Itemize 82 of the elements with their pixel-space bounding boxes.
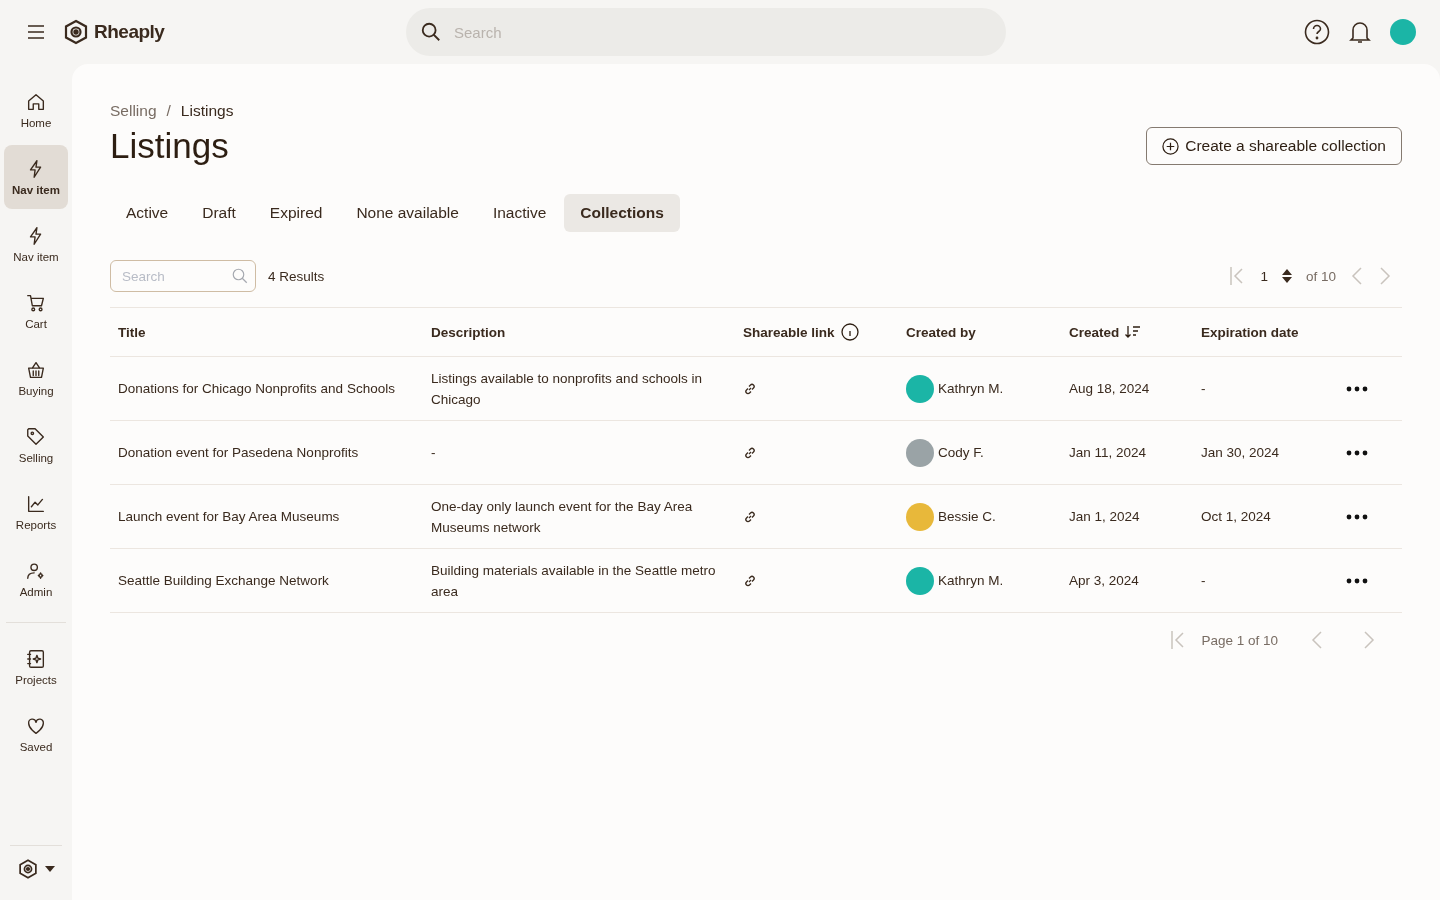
creator-name: Bessie C. xyxy=(938,508,996,526)
nav-item[interactable]: Nav item xyxy=(4,145,68,209)
tab[interactable]: Draft xyxy=(186,194,252,232)
notification-bell-icon[interactable] xyxy=(1348,19,1372,45)
create-collection-button[interactable]: Create a shareable collection xyxy=(1146,127,1402,165)
column-header: Description xyxy=(423,308,735,357)
more-options-icon[interactable] xyxy=(1346,513,1368,520)
table-cell: - xyxy=(1193,548,1326,613)
more-options-icon[interactable] xyxy=(1346,385,1368,392)
search-icon xyxy=(231,267,249,285)
logo-text: Rheaply xyxy=(94,21,165,43)
table-cell: - xyxy=(423,420,735,485)
column-header: Title xyxy=(110,308,423,357)
table-cell: Jan 30, 2024 xyxy=(1193,420,1326,485)
caret-icon[interactable] xyxy=(45,866,55,872)
nav-item[interactable]: Reports xyxy=(4,480,68,544)
page-total: of 10 xyxy=(1305,268,1336,284)
nav-item[interactable]: Cart xyxy=(4,279,68,343)
link-icon[interactable] xyxy=(743,573,757,588)
search-field[interactable]: Search xyxy=(406,8,1006,56)
breadcrumb-link[interactable]: Selling xyxy=(110,102,157,120)
page-indicator: Page 1 of 10 xyxy=(1201,632,1278,648)
creator-name: Kathryn M. xyxy=(938,572,1004,590)
home-icon xyxy=(25,91,47,113)
nav-item[interactable]: Buying xyxy=(4,346,68,410)
table-cell: Aug 18, 2024 xyxy=(1061,356,1193,421)
link-icon[interactable] xyxy=(743,445,757,460)
admin-icon xyxy=(25,560,47,582)
column-header: Expiration date xyxy=(1193,308,1326,357)
table-cell: One-day only launch event for the Bay Area Museums network xyxy=(423,484,735,549)
tab[interactable]: Collections xyxy=(564,194,680,232)
creator-name: Cody F. xyxy=(938,444,984,462)
link-icon[interactable] xyxy=(743,509,757,524)
table-cell: - xyxy=(1193,356,1326,421)
more-options-icon[interactable] xyxy=(1346,449,1368,456)
column-header: Shareable link xyxy=(735,308,898,357)
table-cell: Oct 1, 2024 xyxy=(1193,484,1326,549)
projects-icon xyxy=(25,648,47,670)
basket-icon xyxy=(25,359,47,381)
column-header[interactable]: Created xyxy=(1061,308,1193,357)
nav-item[interactable]: Saved xyxy=(4,702,68,766)
nav-item[interactable]: Home xyxy=(4,78,68,142)
table-cell: Donation event for Pasedena Nonprofits xyxy=(110,420,423,485)
sort-icon[interactable] xyxy=(1125,325,1142,339)
chart-icon xyxy=(25,493,47,515)
info-icon[interactable] xyxy=(840,323,859,341)
stepper-icon[interactable] xyxy=(1281,269,1292,283)
link-icon[interactable] xyxy=(743,381,757,396)
more-options-icon[interactable] xyxy=(1346,577,1368,584)
table-cell: Jan 11, 2024 xyxy=(1061,420,1193,485)
tag-icon xyxy=(25,426,47,448)
page-title: Listings xyxy=(110,126,229,166)
table-cell: Launch event for Bay Area Museums xyxy=(110,484,423,549)
search-field[interactable]: Search xyxy=(110,260,256,292)
help-icon[interactable] xyxy=(1304,19,1330,45)
tab[interactable]: Inactive xyxy=(476,194,563,232)
table-cell: Building materials available in the Seattle metro area xyxy=(423,548,735,613)
heart-icon xyxy=(25,715,47,737)
breadcrumb-current: Listings xyxy=(180,102,234,120)
tab[interactable]: None available xyxy=(340,194,475,232)
page-number[interactable]: 1 xyxy=(1260,268,1268,284)
table-cell: Apr 3, 2024 xyxy=(1061,548,1193,613)
hexagon-logo-icon xyxy=(62,19,90,45)
tab[interactable]: Active xyxy=(110,194,185,232)
table-cell: Seattle Building Exchange Network xyxy=(110,548,423,613)
cart-icon xyxy=(25,292,47,314)
breadcrumb-separator: / xyxy=(166,102,171,120)
plus-circle-icon xyxy=(1162,137,1180,155)
table-cell: Jan 1, 2024 xyxy=(1061,484,1193,549)
nav-item[interactable]: Admin xyxy=(4,547,68,611)
creator-name: Kathryn M. xyxy=(938,380,1004,398)
search-icon xyxy=(420,21,442,43)
table-cell: Listings available to nonprofits and schools in Chicago xyxy=(423,356,735,421)
results-count: 4 Results xyxy=(268,268,325,284)
column-header: Created by xyxy=(898,308,1061,357)
nav-item[interactable]: Selling xyxy=(4,413,68,477)
nav-item[interactable]: Nav item xyxy=(4,212,68,276)
table-cell: Donations for Chicago Nonprofits and Schools xyxy=(110,356,423,421)
tab[interactable]: Expired xyxy=(253,194,339,232)
nav-item[interactable]: Projects xyxy=(4,635,68,699)
hexagon-logo-icon[interactable] xyxy=(17,858,39,880)
menu-icon[interactable] xyxy=(26,22,46,42)
